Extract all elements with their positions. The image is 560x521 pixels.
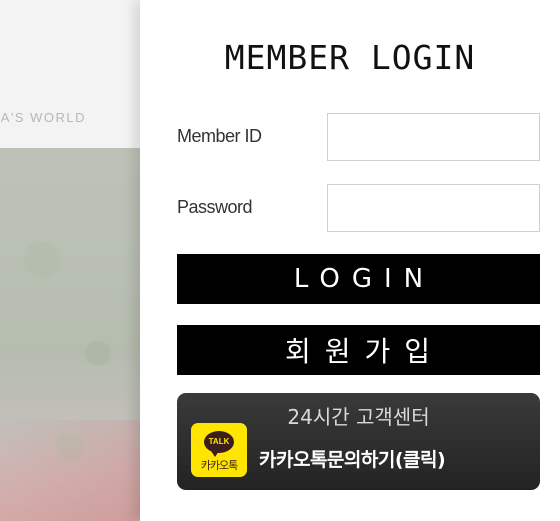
member-id-label: Member ID <box>177 126 262 146</box>
kakaotalk-brand-text: 카카오톡 <box>200 459 238 472</box>
password-label: Password <box>177 197 253 217</box>
kakaotalk-bubble-icon: TALK <box>204 431 234 457</box>
signup-button[interactable]: 회원가입 <box>177 325 540 375</box>
kakao-inquiry-button[interactable]: 24시간 고객센터 TALK 카카오톡 카카오톡문의하기(클릭) <box>177 393 540 490</box>
member-id-input[interactable] <box>327 113 540 161</box>
background-header <box>0 0 140 148</box>
login-title: MEMBER LOGIN <box>224 38 476 77</box>
signup-button-label: 회원가입 <box>284 335 445 368</box>
background-photo-overlay <box>0 420 140 521</box>
password-input[interactable] <box>327 184 540 232</box>
login-button-label: LOGIN <box>293 264 436 294</box>
login-button[interactable]: LOGIN <box>177 254 540 304</box>
brand-tagline: LA'S WORLD <box>0 110 87 125</box>
kakao-inquiry-label: 카카오톡문의하기(클릭) <box>259 449 446 471</box>
kakaotalk-icon: TALK 카카오톡 <box>191 423 247 477</box>
login-panel: MEMBER LOGIN Member ID Password LOGIN 회원… <box>140 0 560 521</box>
